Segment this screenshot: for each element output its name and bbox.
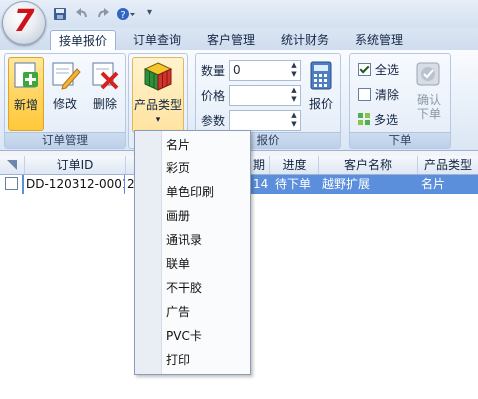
quote-button[interactable]: 报价 (306, 57, 336, 129)
menu-item-mono-print[interactable]: 单色印刷 (166, 181, 246, 203)
spin-arrows-icon[interactable]: ▲ ▼ (288, 111, 300, 130)
menu-item-album[interactable]: 画册 (166, 205, 246, 227)
menu-item-multipart-form[interactable]: 联单 (166, 253, 246, 275)
calculator-icon (309, 59, 333, 91)
rubiks-cube-icon (142, 60, 174, 92)
cell-order-id: DD-120312-0001 (24, 175, 124, 194)
cell-date-end: 14 (253, 177, 269, 191)
menu-item-advertisement[interactable]: 广告 (166, 301, 246, 323)
redo-icon[interactable] (95, 6, 111, 22)
menu-icon-gutter (135, 131, 162, 374)
cell-customer: 越野扩展 (322, 177, 371, 191)
product-type-menu: 名片 彩页 单色印刷 画册 通讯录 联单 不干胶 广告 PVC卡 打印 (134, 130, 251, 375)
menu-item-print[interactable]: 打印 (166, 349, 246, 371)
select-column-header[interactable] (0, 156, 25, 174)
column-header-order-id[interactable]: 订单ID (25, 156, 126, 174)
save-icon[interactable] (52, 6, 68, 22)
tab-system-management[interactable]: 系统管理 (344, 30, 414, 50)
menu-item-pvc-card[interactable]: PVC卡 (166, 325, 246, 347)
cell-product-type: 名片 (421, 177, 446, 191)
params-stepper[interactable]: ▲ ▼ (229, 110, 301, 131)
quantity-stepper[interactable]: 0 ▲ ▼ (229, 60, 301, 81)
edit-order-button[interactable]: 修改 (48, 57, 82, 129)
menu-item-business-card[interactable]: 名片 (166, 134, 246, 156)
delete-document-icon (89, 59, 121, 91)
edit-document-icon (49, 59, 81, 91)
multi-select-button[interactable]: 多选 (358, 111, 398, 129)
tab-order-query[interactable]: 订单查询 (122, 30, 192, 50)
params-row: 参数 ▲ ▼ (201, 110, 301, 131)
ribbon-tabs: 接单报价 订单查询 客户管理 统计财务 系统管理 (0, 28, 478, 51)
undo-icon[interactable] (74, 6, 90, 22)
select-all-checkbox[interactable]: 全选 (358, 61, 399, 79)
chevron-down-icon: ▾ (155, 115, 161, 125)
column-header-progress[interactable]: 进度 (271, 156, 319, 174)
order-management-group-label: 订单管理 (5, 132, 125, 148)
tab-order-quote[interactable]: 接单报价 (50, 30, 116, 51)
price-row: 价格 ▲ ▼ (201, 85, 301, 106)
confirm-order-button[interactable]: 确认下单 (412, 57, 446, 129)
product-type-button[interactable]: 产品类型 ▾ (132, 57, 184, 133)
clear-checkbox[interactable]: 清除 (358, 86, 399, 104)
svg-text:?: ? (120, 10, 125, 21)
place-order-group-label: 下单 (350, 132, 450, 148)
menu-item-sticker[interactable]: 不干胶 (166, 277, 246, 299)
checkbox-checked-icon (358, 63, 371, 76)
spin-arrows-icon[interactable]: ▲ ▼ (288, 61, 300, 80)
delete-order-button[interactable]: 删除 (88, 57, 122, 129)
row-checkbox[interactable] (0, 175, 22, 194)
tab-customer-management[interactable]: 客户管理 (196, 30, 266, 50)
app-logo-icon: 7 (13, 4, 35, 39)
help-icon[interactable]: ? (116, 6, 136, 22)
menu-item-directory[interactable]: 通讯录 (166, 229, 246, 251)
cell-progress: 待下单 (275, 177, 312, 191)
quantity-row: 数量 0 ▲ ▼ (201, 60, 301, 81)
price-stepper[interactable]: ▲ ▼ (229, 85, 301, 106)
order-management-group: 新增 修改 删除 订单管理 (4, 53, 126, 149)
title-bar: ? ▾ (0, 0, 478, 28)
column-header-customer[interactable]: 客户名称 (319, 156, 418, 174)
place-order-group: 全选 清除 多选 确认下单 下单 (349, 53, 451, 149)
tab-statistics-finance[interactable]: 统计财务 (270, 30, 340, 50)
app-menu-button[interactable]: 7 (2, 1, 46, 45)
add-order-button[interactable]: 新增 (8, 57, 44, 131)
column-header-product-type[interactable]: 产品类型 (418, 156, 478, 174)
menu-item-color-page[interactable]: 彩页 (166, 157, 246, 179)
add-document-icon (10, 60, 42, 92)
grid-select-icon (358, 112, 371, 129)
spin-arrows-icon[interactable]: ▲ ▼ (288, 86, 300, 105)
checkbox-unchecked-icon (358, 88, 371, 101)
checkbox-unchecked-icon (4, 177, 18, 190)
customize-quick-access-icon[interactable]: ▾ (147, 7, 152, 18)
confirm-order-icon (415, 59, 443, 91)
